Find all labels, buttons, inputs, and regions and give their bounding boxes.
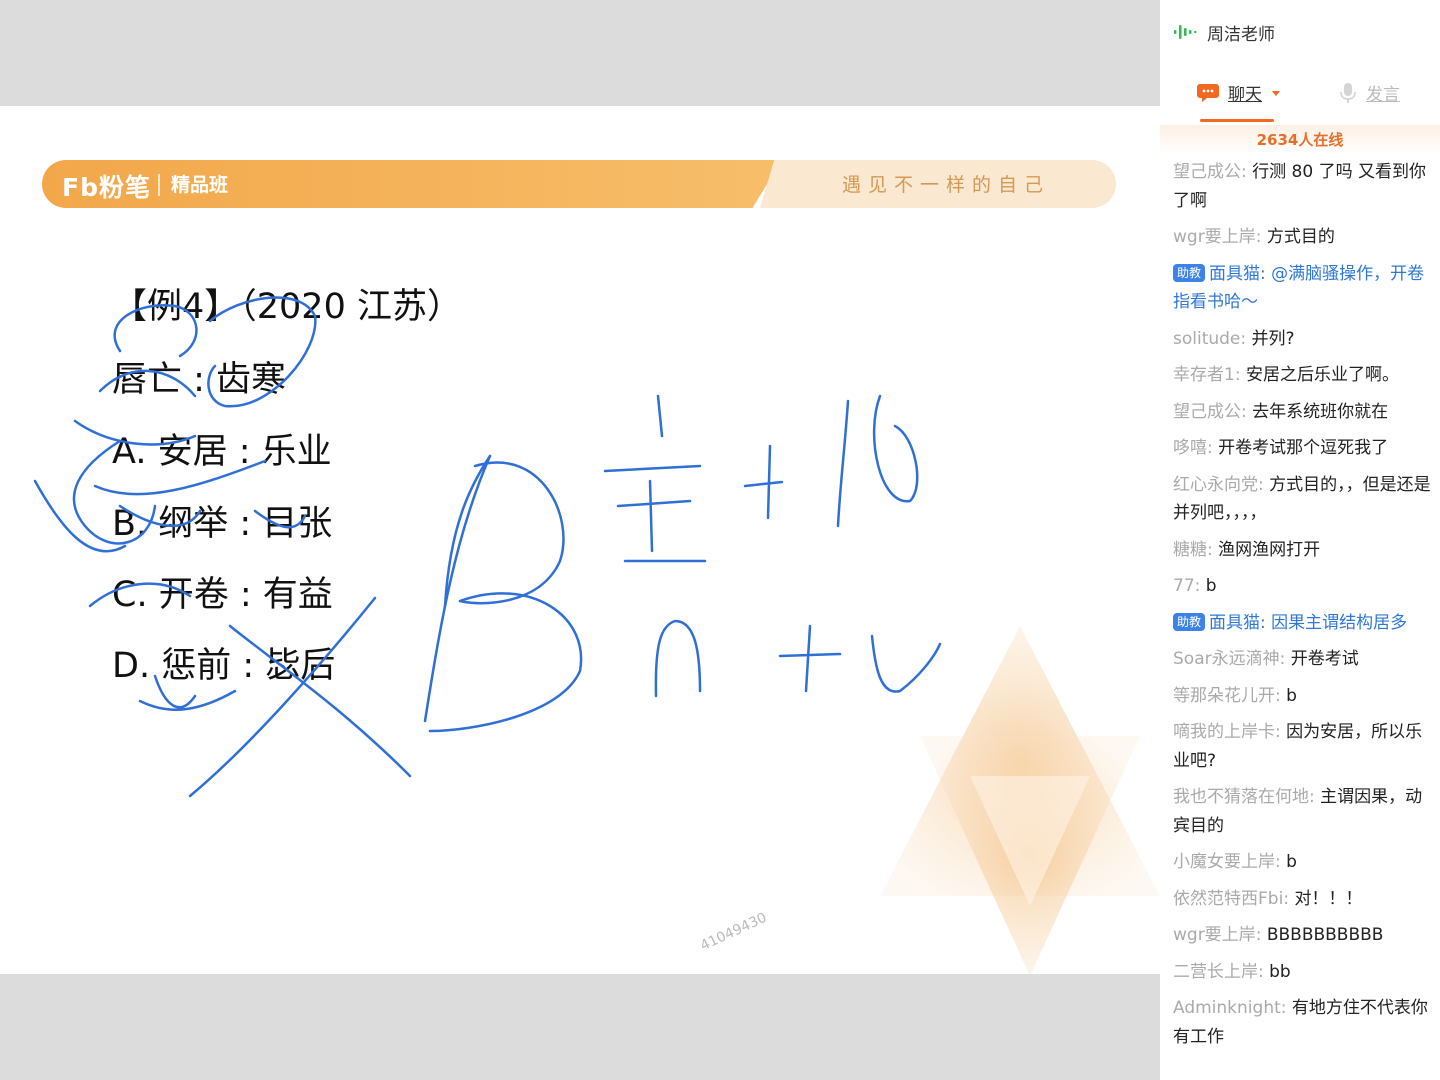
chat-nickname[interactable]: 面具猫 [1209, 264, 1260, 284]
chat-message: 红心永向党: 方式目的，，但是还是并列吧，，，， [1173, 471, 1431, 528]
chat-nickname[interactable]: 等那朵花儿开 [1173, 686, 1275, 706]
tab-active-indicator [1200, 119, 1274, 122]
chat-nickname[interactable]: wgr要上岸 [1173, 925, 1256, 945]
chat-bubble-icon [1197, 83, 1219, 102]
chat-message: 依然范特西Fbi: 对！！！ [1173, 885, 1431, 914]
chat-separator: : [1241, 401, 1253, 422]
chat-message: 望己成公: 去年系统班你就在 [1173, 398, 1431, 427]
assistant-badge: 助教 [1173, 612, 1206, 631]
chat-sidebar: 周洁老师 聊天 发言 2634人在线 望己成公: 行测 80 了吗 又看到你了啊… [1160, 0, 1440, 1080]
tab-speak-label: 发言 [1366, 85, 1400, 105]
chat-text: BBBBBBBBBB [1266, 925, 1384, 945]
tab-speak[interactable]: 发言 [1340, 80, 1400, 105]
chat-nickname[interactable]: 77 [1173, 576, 1195, 596]
teacher-header: 周洁老师 [1173, 18, 1275, 46]
microphone-icon [1340, 82, 1356, 103]
chat-message: 我也不猜落在何地: 主谓因果，动宾目的 [1173, 783, 1431, 840]
chat-separator: : [1275, 852, 1287, 872]
chat-separator: : [1258, 961, 1270, 982]
chat-message: 嘀我的上岸卡: 因为安居，所以乐业吧? [1173, 718, 1431, 775]
chat-nickname[interactable]: 哆嘻 [1173, 438, 1207, 458]
chat-separator: : [1255, 925, 1267, 945]
chat-text: 方式目的 [1266, 227, 1335, 247]
chat-nickname[interactable]: 我也不猜落在何地 [1173, 787, 1309, 807]
chat-text: 并列? [1251, 328, 1295, 349]
assistant-badge: 助教 [1173, 263, 1206, 282]
slide: Fb粉笔 精品班 遇见不一样的自己 【例4】（2020 江苏） 唇亡 : 齿寒 … [0, 106, 1160, 974]
chat-separator: : [1241, 162, 1253, 182]
chat-message: 等那朵花儿开: b [1173, 682, 1431, 711]
tab-chat[interactable]: 聊天 [1196, 80, 1282, 105]
chat-text: 渔网渔网打开 [1218, 539, 1321, 560]
chat-nickname[interactable]: wgr要上岸 [1173, 227, 1256, 247]
caret-down-icon [1272, 90, 1280, 96]
chat-nickname[interactable]: Soar永远滴神 [1173, 649, 1280, 669]
chat-separator: : [1194, 576, 1206, 596]
chat-separator: : [1275, 722, 1287, 742]
chat-message: wgr要上岸: 方式目的 [1173, 223, 1431, 252]
chat-message: 幸存者1: 安居之后乐业了啊。 [1173, 361, 1431, 390]
chat-message: 77: b [1173, 572, 1431, 601]
chat-message: solitude: 并列? [1173, 325, 1431, 354]
chat-nickname[interactable]: 小魔女要上岸 [1173, 852, 1275, 872]
chat-separator: : [1309, 787, 1321, 807]
chat-text: 去年系统班你就在 [1252, 401, 1389, 422]
chat-message: 哆嘻: 开卷考试那个逗死我了 [1173, 434, 1431, 463]
chat-text: b [1286, 685, 1297, 706]
chat-separator: : [1279, 649, 1291, 669]
chat-separator: : [1280, 998, 1292, 1018]
chat-nickname[interactable]: 面具猫 [1209, 613, 1260, 633]
audio-wave-icon [1174, 25, 1197, 39]
chat-separator: : [1275, 685, 1287, 706]
chat-separator: : [1260, 263, 1272, 284]
chat-message: Adminknight: 有地方住不代表你有工作 [1173, 994, 1431, 1051]
chat-nickname[interactable]: 依然范特西Fbi [1173, 889, 1283, 909]
chat-message: 望己成公: 行测 80 了吗 又看到你了啊 [1173, 158, 1431, 215]
sidebar-tabs: 聊天 发言 [1160, 74, 1440, 124]
online-count: 2634人在线 [1160, 125, 1440, 155]
chat-message: 助教 面具猫: @满脑骚操作，开卷指看书哈～ [1173, 260, 1431, 317]
chat-text: 安居之后乐业了啊。 [1245, 365, 1399, 385]
chat-message: 小魔女要上岸: b [1173, 848, 1431, 877]
chat-text: b [1205, 576, 1217, 596]
chat-separator: : [1260, 612, 1272, 633]
chat-text: bb [1269, 961, 1291, 982]
chat-text: 开卷考试那个逗死我了 [1218, 438, 1389, 458]
chat-nickname[interactable]: 糖糖 [1173, 540, 1207, 560]
chat-nickname[interactable]: solitude [1173, 329, 1240, 349]
chat-separator: : [1240, 328, 1252, 349]
chat-nickname[interactable]: 望己成公 [1173, 162, 1241, 182]
chat-message: Soar永远滴神: 开卷考试 [1173, 645, 1431, 674]
chat-nickname[interactable]: Adminknight [1173, 998, 1281, 1018]
chat-message: wgr要上岸: BBBBBBBBBB [1173, 921, 1431, 950]
chat-message-list[interactable]: 望己成公: 行测 80 了吗 又看到你了啊 wgr要上岸: 方式目的 助教 面具猫: … [1173, 158, 1431, 1059]
chat-message: 糖糖: 渔网渔网打开 [1173, 536, 1431, 565]
chat-separator: : [1207, 438, 1219, 458]
chat-separator: : [1234, 365, 1246, 385]
handwriting-annotations [33, 296, 942, 798]
chat-text: b [1286, 852, 1297, 872]
tab-chat-label: 聊天 [1228, 85, 1262, 105]
chat-message: 助教 面具猫: 因果主谓结构居多 [1173, 609, 1431, 638]
chat-nickname[interactable]: 红心永向党 [1173, 475, 1258, 495]
chat-text: 对！！！ [1294, 888, 1363, 909]
chat-nickname[interactable]: 望己成公 [1173, 402, 1241, 422]
chat-text: 因果主谓结构居多 [1271, 612, 1408, 633]
chat-nickname[interactable]: 幸存者1 [1173, 365, 1235, 385]
chat-nickname[interactable]: 二营长上岸 [1173, 962, 1258, 982]
lecture-stage: Fb粉笔 精品班 遇见不一样的自己 【例4】（2020 江苏） 唇亡 : 齿寒 … [0, 0, 1160, 1080]
chat-message: 二营长上岸: bb [1173, 958, 1431, 987]
teacher-name: 周洁老师 [1207, 24, 1275, 45]
chat-separator: : [1255, 227, 1267, 247]
chat-separator: : [1207, 539, 1219, 560]
chat-nickname[interactable]: 嘀我的上岸卡 [1173, 722, 1275, 742]
chat-separator: : [1258, 474, 1270, 495]
chat-separator: : [1283, 888, 1295, 909]
chat-text: 开卷考试 [1290, 649, 1359, 669]
